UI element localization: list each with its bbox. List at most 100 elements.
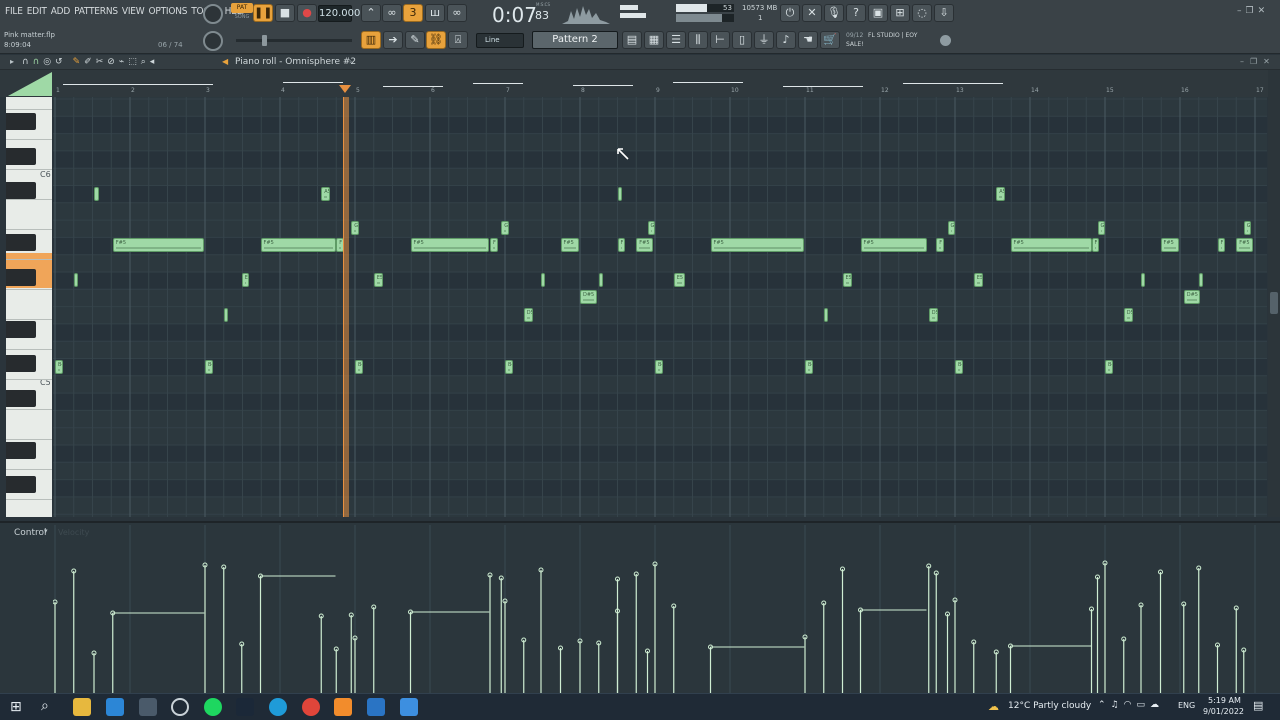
steam-icon[interactable]: [236, 698, 254, 716]
note[interactable]: [617, 186, 622, 201]
black-key[interactable]: [6, 320, 36, 338]
pattern-selector[interactable]: Pattern 2: [532, 31, 618, 49]
control-dropdown-icon[interactable]: ▾: [44, 527, 48, 535]
close-icon[interactable]: ✕: [1258, 6, 1270, 16]
note[interactable]: F#5: [1160, 238, 1180, 253]
note[interactable]: F#5: [710, 238, 805, 253]
bar-ruler[interactable]: 1 2 3 4 5 6 7 8 9 10 11 12 13 14 15 16 17: [53, 87, 1267, 97]
speaker-tray-icon[interactable]: ♫: [1111, 700, 1124, 710]
clock-date[interactable]: 9/01/2022: [1203, 707, 1244, 716]
pr-restore-icon[interactable]: ❐: [1250, 57, 1263, 66]
cloud-icon[interactable]: ☁: [1150, 700, 1164, 710]
black-key[interactable]: [6, 147, 36, 165]
plug-button[interactable]: ⏚: [754, 31, 774, 49]
vertical-scrollbar[interactable]: [1268, 70, 1280, 517]
note[interactable]: [223, 307, 228, 322]
tempo-tap-button[interactable]: ♪: [776, 31, 796, 49]
note[interactable]: B4: [505, 359, 513, 374]
note-grid[interactable]: A5A5G5G5G5G5G5G5F#5F#5FF#5FF#5FF#5F#5F#5…: [53, 97, 1267, 517]
download-button[interactable]: ⇩: [934, 4, 954, 22]
pencil-tool-button[interactable]: ✎: [405, 31, 425, 49]
mic-button[interactable]: 🎙: [824, 4, 844, 22]
blend-recording-button[interactable]: ∞: [447, 4, 467, 22]
note[interactable]: G5: [1243, 221, 1252, 236]
save-button[interactable]: ▣: [868, 4, 888, 22]
black-key[interactable]: [6, 268, 36, 286]
news-line2[interactable]: SALE!: [846, 41, 864, 48]
menu-file[interactable]: FILE: [4, 5, 24, 18]
black-key[interactable]: [6, 389, 36, 407]
note[interactable]: F#5: [1236, 238, 1253, 253]
piano-roll-button[interactable]: ▦: [644, 31, 664, 49]
black-key[interactable]: [6, 441, 36, 459]
playlist-button[interactable]: ▤: [622, 31, 642, 49]
search-icon[interactable]: ⌕: [41, 698, 49, 714]
language-indicator[interactable]: ENG: [1178, 701, 1195, 710]
note[interactable]: [94, 186, 99, 201]
record-button[interactable]: ●: [297, 4, 317, 22]
velocity-graph[interactable]: [53, 525, 1267, 695]
pause-button[interactable]: ❚❚: [253, 4, 273, 22]
link-button[interactable]: ⛓: [426, 31, 446, 49]
mail-icon[interactable]: [106, 698, 124, 716]
note[interactable]: B4: [1105, 359, 1113, 374]
vs-icon[interactable]: [367, 698, 385, 716]
note[interactable]: E5: [842, 273, 852, 287]
piano-roll-title[interactable]: Piano roll - Omnisphere #2: [235, 57, 356, 67]
online-button[interactable]: ⏻: [780, 4, 800, 22]
note[interactable]: E5: [373, 273, 383, 287]
master-pitch-knob[interactable]: [203, 31, 223, 51]
note[interactable]: F: [1217, 238, 1225, 253]
control-label[interactable]: Control: [14, 528, 47, 538]
step-edit-button[interactable]: ш: [425, 4, 445, 22]
slider-handle[interactable]: [262, 35, 267, 46]
menu-patterns[interactable]: PATTERNS: [73, 5, 119, 18]
delete-tool-icon[interactable]: ✂: [96, 57, 104, 67]
arrow-tool-button[interactable]: ➔: [383, 31, 403, 49]
scrollbar-thumb[interactable]: [1270, 292, 1278, 314]
note[interactable]: E5: [241, 273, 250, 287]
black-key[interactable]: [6, 112, 36, 130]
black-key[interactable]: [6, 182, 36, 200]
tempo-display[interactable]: 120.000: [318, 5, 360, 22]
note[interactable]: F#5: [560, 238, 580, 253]
pr-minimize-icon[interactable]: –: [1240, 57, 1250, 66]
note[interactable]: B4: [55, 359, 63, 374]
note[interactable]: D5: [1123, 307, 1133, 322]
windows-start-icon[interactable]: ⊞: [10, 699, 22, 715]
chat-button[interactable]: ◌: [912, 4, 932, 22]
overview-strip[interactable]: [53, 73, 1025, 87]
wait-button[interactable]: ∞: [382, 4, 402, 22]
clock-time[interactable]: 5:19 AM: [1208, 696, 1241, 705]
time-display[interactable]: 0:07 83 M:S:CS: [472, 2, 554, 27]
note[interactable]: [541, 273, 545, 287]
note[interactable]: A5: [321, 186, 331, 201]
note[interactable]: G5: [501, 221, 509, 236]
note[interactable]: F#5: [112, 238, 205, 253]
note[interactable]: [598, 273, 603, 287]
menu-view[interactable]: VIEW: [121, 5, 146, 18]
playhead-marker-icon[interactable]: [339, 85, 351, 94]
wifi-icon[interactable]: ◠: [1124, 700, 1137, 710]
minimize-icon[interactable]: –: [1237, 6, 1246, 16]
file-explorer-icon[interactable]: [73, 698, 91, 716]
black-key[interactable]: [6, 476, 36, 494]
timeline[interactable]: 1 2 3 4 5 6 7 8 9 10 11 12 13 14 15 16 17: [0, 70, 1280, 97]
chrome-icon[interactable]: [302, 698, 320, 716]
pattern-mode-toggle[interactable]: PAT: [231, 3, 253, 13]
note[interactable]: G5: [647, 221, 655, 236]
zoom-corner[interactable]: [8, 72, 52, 96]
spotify-icon[interactable]: [204, 698, 222, 716]
note[interactable]: [823, 307, 828, 322]
song-mode-toggle[interactable]: SONG: [231, 14, 253, 23]
touch-button[interactable]: ☚: [798, 31, 818, 49]
note[interactable]: D#5: [1183, 290, 1201, 305]
pr-close-icon[interactable]: ✕: [1263, 57, 1276, 66]
note[interactable]: G5: [351, 221, 359, 236]
note[interactable]: B4: [205, 359, 213, 374]
note[interactable]: F: [1091, 238, 1099, 253]
draw-tool-icon[interactable]: ✎: [73, 57, 81, 67]
note[interactable]: D5: [523, 307, 533, 322]
note[interactable]: [73, 273, 78, 287]
playback-tool-icon[interactable]: ◂: [150, 57, 155, 67]
